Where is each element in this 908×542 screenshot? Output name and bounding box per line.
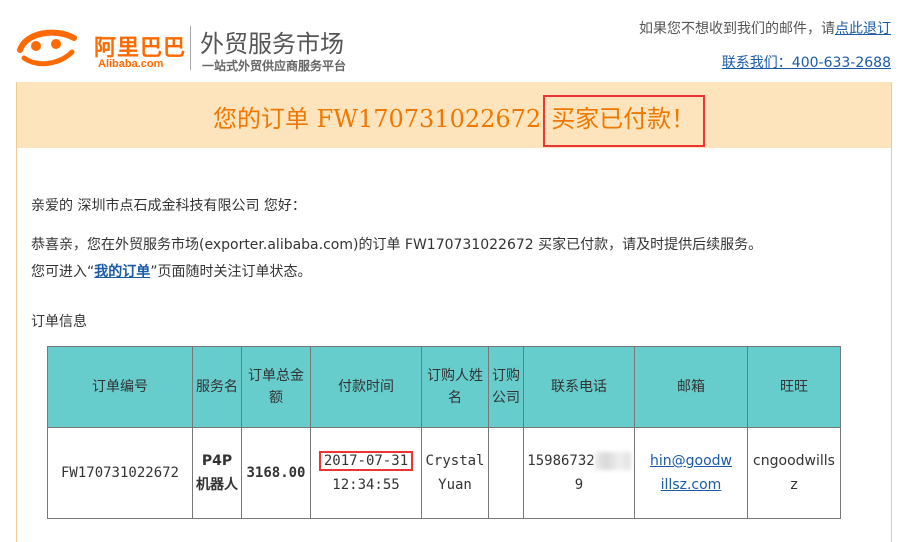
email-part-b: illsz.com — [660, 477, 722, 493]
cell-order-number: FW170731022672 — [47, 427, 193, 519]
header-service: 服务名 — [192, 346, 242, 428]
unsubscribe-notice: 如果您不想收到我们的邮件，请点此退订 — [639, 18, 891, 38]
order-info-table: 订单编号 服务名 订单总金额 付款时间 订购人姓名 订购公司 联系电话 邮箱 旺… — [47, 346, 841, 519]
brand-subtitle: 一站式外贸供应商服务平台 — [202, 59, 347, 73]
banner-status-highlight: 买家已付款！ — [543, 95, 706, 147]
order-status-hint: 您可进入“我的订单”页面随时关注订单状态。 — [31, 261, 312, 281]
unsubscribe-link[interactable]: 点此退订 — [835, 21, 891, 37]
cell-buyer-name: Crystal Yuan — [421, 427, 489, 519]
cell-email: hin@goodw illsz.com — [634, 427, 748, 519]
brand-title: 外贸服务市场 — [200, 30, 344, 58]
header-amount: 订单总金额 — [241, 346, 311, 428]
email-part-a: hin@goodw — [650, 453, 732, 469]
cell-wangwang: cngoodwillsz — [747, 427, 841, 519]
header-wangwang: 旺旺 — [747, 346, 841, 428]
banner-text: 您的订单 FW170731022672 买家已付款！ — [213, 95, 706, 147]
phone-part-b: 9 — [574, 477, 584, 493]
banner-order-number: 您的订单 FW170731022672 — [213, 105, 542, 133]
order-status-banner: 您的订单 FW170731022672 买家已付款！ — [17, 82, 891, 148]
pay-clock: 12:34:55 — [332, 477, 400, 493]
cell-phone: 15986732 9 — [523, 427, 635, 519]
phone-part-a: 15986732 — [527, 453, 595, 469]
header-buyer-name: 订购人姓名 — [421, 346, 489, 428]
header-order-number: 订单编号 — [47, 346, 193, 428]
greeting: 亲爱的 深圳市点石成金科技有限公司 您好： — [31, 198, 306, 214]
logo-divider — [190, 26, 191, 70]
email-link[interactable]: hin@goodw illsz.com — [650, 453, 732, 493]
logo-english-text: Alibaba.com — [98, 58, 164, 70]
email-header: 阿里巴巴 Alibaba.com 外贸服务市场 一站式外贸供应商服务平台 如果您… — [0, 0, 908, 80]
alibaba-logo[interactable]: 阿里巴巴 Alibaba.com — [16, 22, 186, 72]
section-title: 订单信息 — [31, 314, 87, 330]
table-header-row: 订单编号 服务名 订单总金额 付款时间 订购人姓名 订购公司 联系电话 邮箱 旺… — [47, 346, 841, 428]
header-buyer-company: 订购公司 — [488, 346, 524, 428]
pay-date-highlight: 2017-07-31 — [318, 451, 414, 471]
redacted-blur — [594, 452, 631, 470]
header-phone: 联系电话 — [523, 346, 635, 428]
cell-service: P4P机器人 — [192, 427, 242, 519]
header-email: 邮箱 — [634, 346, 748, 428]
table-row: FW170731022672 P4P机器人 3168.00 2017-07-31… — [47, 427, 841, 519]
hint-prefix: 您可进入“ — [31, 264, 95, 280]
cell-amount: 3168.00 — [241, 427, 311, 519]
hint-suffix: ”页面随时关注订单状态。 — [150, 264, 312, 280]
payment-message: 恭喜亲，您在外贸服务市场(exporter.alibaba.com)的订单 FW… — [31, 237, 763, 253]
cell-buyer-company — [488, 427, 524, 519]
header-pay-time: 付款时间 — [310, 346, 422, 428]
alibaba-smile-icon — [17, 29, 77, 67]
my-orders-link[interactable]: 我的订单 — [94, 264, 150, 280]
contact-link[interactable]: 联系我们：400-633-2688 — [722, 52, 891, 72]
cell-pay-time: 2017-07-31 12:34:55 — [310, 427, 422, 519]
unsubscribe-prefix: 如果您不想收到我们的邮件，请 — [639, 21, 835, 37]
